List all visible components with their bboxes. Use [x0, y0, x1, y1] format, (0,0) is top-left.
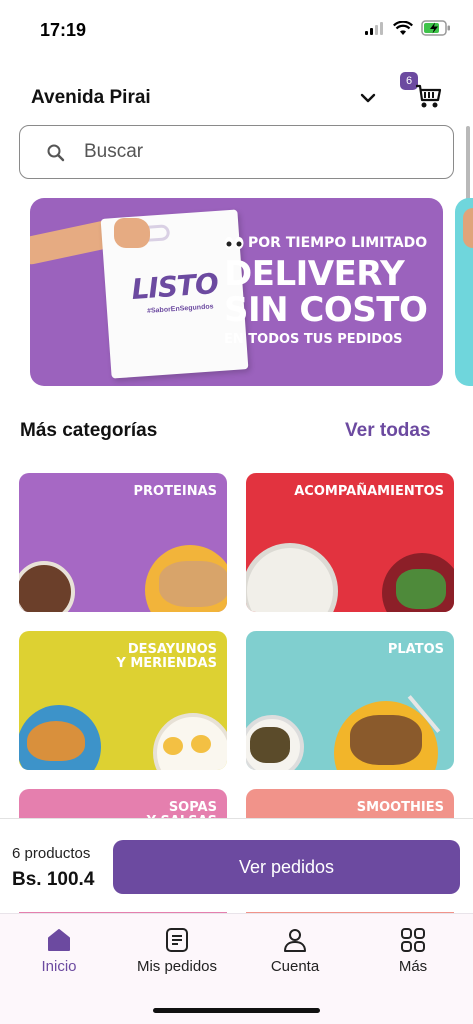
delivery-address[interactable]: Avenida Pirai	[31, 87, 151, 109]
banner-headline-1: DELIVERY	[224, 254, 405, 294]
nav-item-mas[interactable]: Más	[354, 914, 472, 994]
banner-subtitle: POR TIEMPO LIMITADO	[248, 235, 428, 251]
status-time: 17:19	[40, 20, 87, 40]
banner-headline-2: SIN COSTO	[224, 290, 428, 330]
address-row: Avenida Pirai 6	[0, 72, 473, 120]
category-card-acompanamientos[interactable]: ACOMPAÑAMIENTOS	[246, 473, 454, 612]
banner-headline: DELIVERY SIN COSTO	[224, 254, 428, 330]
category-label: PROTEINAS	[133, 484, 217, 499]
promo-banner[interactable]: LISTO #SaborEnSegundos POR TIEMPO LIMITA…	[30, 198, 443, 386]
home-indicator	[153, 1008, 320, 1013]
category-card-desayunos[interactable]: DESAYUNOS Y MERIENDAS	[19, 631, 227, 770]
chevron-down-icon[interactable]	[358, 88, 378, 108]
nav-label: Mis pedidos	[136, 958, 218, 975]
category-label: SMOOTHIES	[356, 800, 444, 815]
cart-item-count: 6 productos	[12, 845, 91, 862]
nav-label: Cuenta	[270, 958, 320, 975]
nav-item-cuenta[interactable]: Cuenta	[236, 914, 354, 994]
food-image	[250, 727, 290, 763]
next-banner-peek[interactable]	[455, 198, 473, 386]
view-orders-button[interactable]: Ver pedidos	[113, 840, 460, 894]
food-image	[396, 569, 446, 609]
cart-total: Bs. 100.4	[12, 869, 95, 890]
nav-label: Más	[398, 958, 428, 975]
bag-tagline: #SaborEnSegundos	[146, 303, 214, 315]
category-label: PLATOS	[387, 642, 444, 657]
cart-summary-bar: 6 productos Bs. 100.4 Ver pedidos	[0, 818, 473, 912]
category-card-platos[interactable]: PLATOS	[246, 631, 454, 770]
food-image	[350, 715, 422, 765]
food-image	[19, 561, 75, 612]
account-icon	[284, 929, 306, 952]
search-icon	[47, 144, 65, 162]
cart-button[interactable]: 6	[398, 72, 444, 116]
search-input[interactable]	[84, 126, 424, 178]
category-card-proteinas[interactable]: PROTEINAS	[19, 473, 227, 612]
status-bar: 17:19	[0, 0, 473, 60]
food-image	[191, 735, 211, 753]
food-image	[159, 561, 227, 607]
cart-icon	[416, 84, 442, 108]
status-icons	[365, 20, 451, 36]
nav-label: Inicio	[41, 958, 77, 975]
category-label: ACOMPAÑAMIENTOS	[294, 484, 444, 499]
category-label: DESAYUNOS Y MERIENDAS	[116, 642, 217, 671]
section-title: Más categorías	[20, 420, 158, 441]
food-image	[246, 543, 338, 612]
grid-icon	[401, 928, 425, 952]
food-image	[163, 737, 183, 755]
banner-caption: EN TODOS TUS PEDIDOS	[224, 332, 403, 347]
arm-image	[463, 208, 473, 248]
see-all-link[interactable]: Ver todas	[345, 420, 431, 442]
nav-item-mis-pedidos[interactable]: Mis pedidos	[118, 914, 236, 994]
battery-icon	[421, 20, 450, 36]
nav-item-inicio[interactable]: Inicio	[0, 914, 118, 994]
signal-icon	[365, 22, 383, 35]
wifi-icon	[393, 20, 413, 35]
search-bar[interactable]	[19, 125, 454, 179]
eyes-icon	[224, 237, 244, 249]
home-icon	[48, 929, 70, 951]
orders-icon	[166, 928, 188, 952]
hand-image	[114, 218, 150, 248]
food-image	[27, 721, 85, 761]
bag-logo: LISTO	[130, 267, 219, 306]
